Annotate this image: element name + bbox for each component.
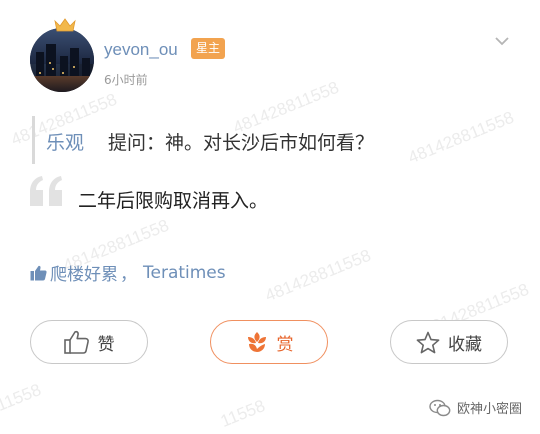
likes-row: 爬楼好累 ， Teratimes: [30, 260, 226, 285]
reward-button[interactable]: 赏: [210, 320, 328, 364]
watermark-text: 481428811558: [262, 245, 374, 306]
like-button[interactable]: 赞: [30, 320, 148, 364]
footer-brand-name: 欧神小密圈: [457, 402, 523, 417]
watermark-text: 11558: [217, 396, 268, 431]
like-user[interactable]: 爬楼好累: [50, 260, 118, 285]
owner-badge: 星主: [191, 38, 226, 59]
star-icon: [416, 331, 440, 353]
favorite-button-label: 收藏: [448, 334, 482, 355]
flower-icon: [247, 332, 266, 352]
watermark-text: 481428811558: [405, 107, 517, 168]
username[interactable]: yevon_ou: [104, 40, 178, 60]
chevron-down-icon[interactable]: [494, 34, 510, 48]
footer-brand: 欧神小密圈: [429, 398, 522, 417]
answer-text: 二年后限购取消再入。: [78, 190, 269, 212]
reward-button-label: 赏: [276, 334, 294, 355]
like-button-label: 赞: [97, 334, 115, 355]
like-separator: ，: [120, 265, 137, 285]
like-user[interactable]: Teratimes: [143, 263, 226, 283]
post-time: 6小时前: [104, 73, 148, 87]
thumbs-up-icon: [63, 330, 89, 354]
watermark-text: 11558: [0, 380, 44, 415]
favorite-button[interactable]: 收藏: [390, 320, 508, 364]
quote-bar: [32, 116, 35, 164]
thumbs-up-icon: [30, 265, 47, 280]
quote-mark-icon: [30, 176, 62, 206]
avatar-container[interactable]: [30, 18, 98, 92]
question-text: 提问：神。对长沙后市如何看？: [108, 132, 375, 154]
avatar[interactable]: [30, 28, 94, 92]
question-asker[interactable]: 乐观: [46, 128, 84, 155]
crown-icon: [54, 18, 76, 32]
wechat-icon: [429, 399, 451, 416]
